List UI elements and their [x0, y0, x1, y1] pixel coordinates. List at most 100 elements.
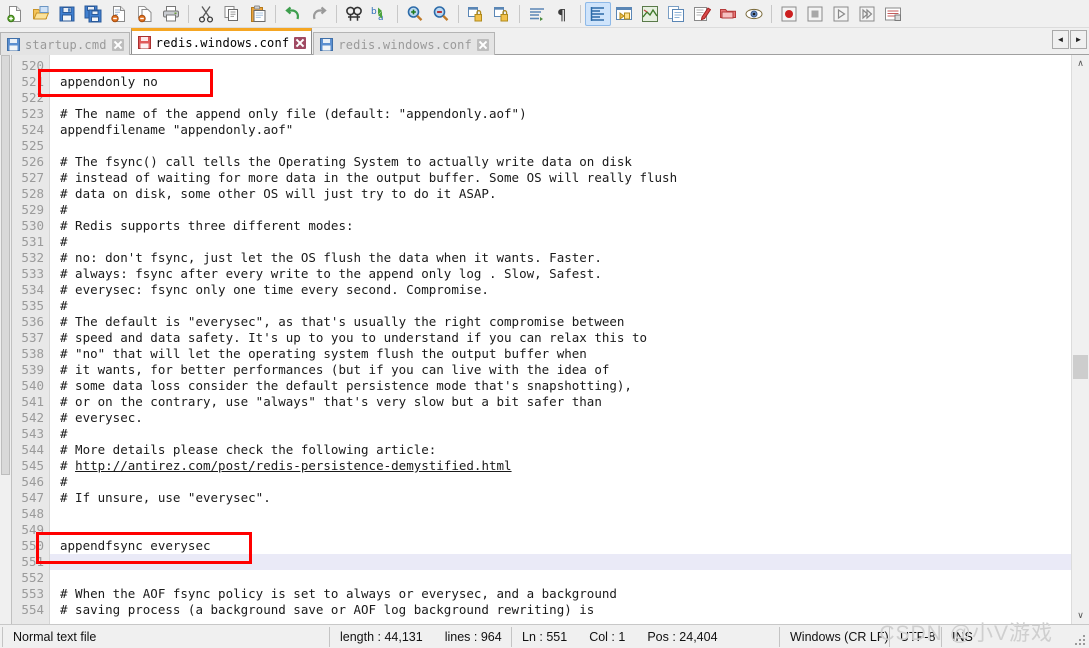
left-edge-scrollbar[interactable] — [0, 55, 12, 624]
code-line[interactable]: # "no" that will let the operating syste… — [50, 346, 1071, 362]
code-line[interactable]: appendfilename "appendonly.aof" — [50, 122, 1071, 138]
zoom-in-icon[interactable] — [402, 2, 428, 26]
code-line[interactable] — [50, 506, 1071, 522]
code-line[interactable]: # everysec. — [50, 410, 1071, 426]
code-line[interactable]: # — [50, 202, 1071, 218]
tab-redis-windows-conf-2[interactable]: redis.windows.conf — [313, 32, 495, 56]
replace-icon[interactable]: ba — [367, 2, 393, 26]
folder-as-workspace-icon[interactable] — [689, 2, 715, 26]
status-insert-mode[interactable]: INS — [942, 627, 986, 647]
save-all-icon[interactable] — [80, 2, 106, 26]
line-number: 528 — [21, 186, 44, 201]
vertical-scrollbar[interactable]: ∧ ∨ — [1071, 55, 1089, 624]
code-line[interactable]: # it wants, for better performances (but… — [50, 362, 1071, 378]
close-icon[interactable] — [476, 38, 489, 51]
resize-grip-icon[interactable] — [1074, 634, 1086, 646]
paste-icon[interactable] — [245, 2, 271, 26]
function-list-icon[interactable] — [663, 2, 689, 26]
code-line[interactable]: # — [50, 426, 1071, 442]
code-line[interactable]: # or on the contrary, use "always" that'… — [50, 394, 1071, 410]
code-line[interactable]: # always: fsync after every write to the… — [50, 266, 1071, 282]
code-line[interactable]: # If unsure, use "everysec". — [50, 490, 1071, 506]
tab-scroll-left-button[interactable]: ◄ — [1052, 30, 1069, 49]
code-line[interactable]: # saving process (a background save or A… — [50, 602, 1071, 618]
status-eol-format[interactable]: Windows (CR LF) — [780, 626, 890, 647]
sync-horizontal-scroll-icon[interactable] — [489, 2, 515, 26]
new-file-icon[interactable] — [2, 2, 28, 26]
undo-icon[interactable] — [280, 2, 306, 26]
code-line[interactable]: # — [50, 474, 1071, 490]
run-macro-multiple-icon[interactable] — [854, 2, 880, 26]
scroll-down-arrow-icon[interactable]: ∨ — [1072, 607, 1089, 624]
close-file-icon[interactable] — [106, 2, 132, 26]
cut-icon[interactable] — [193, 2, 219, 26]
code-line[interactable] — [50, 570, 1071, 586]
code-line[interactable]: # no: don't fsync, just let the OS flush… — [50, 250, 1071, 266]
copy-icon[interactable] — [219, 2, 245, 26]
code-line[interactable]: # The fsync() call tells the Operating S… — [50, 154, 1071, 170]
save-macro-icon[interactable] — [880, 2, 906, 26]
code-line[interactable] — [50, 554, 1071, 570]
code-line[interactable] — [50, 522, 1071, 538]
open-file-icon[interactable] — [28, 2, 54, 26]
left-edge-scroll-thumb[interactable] — [1, 55, 10, 475]
show-indent-guide-icon[interactable] — [585, 1, 611, 26]
code-line[interactable] — [50, 138, 1071, 154]
word-wrap-icon[interactable] — [524, 2, 550, 26]
hyperlink[interactable]: http://antirez.com/post/redis-persistenc… — [75, 458, 512, 473]
separator-2 — [275, 4, 276, 23]
line-number: 534 — [21, 282, 44, 297]
code-line[interactable]: # The name of the append only file (defa… — [50, 106, 1071, 122]
zoom-out-icon[interactable] — [428, 2, 454, 26]
tab-scroll-right-button[interactable]: ► — [1070, 30, 1087, 49]
tab-redis-windows-conf-active[interactable]: redis.windows.conf — [130, 28, 313, 54]
code-line[interactable] — [50, 90, 1071, 106]
code-line[interactable]: # http://antirez.com/post/redis-persiste… — [50, 458, 1071, 474]
code-line[interactable]: # More details please check the followin… — [50, 442, 1071, 458]
code-line[interactable]: # everysec: fsync only one time every se… — [50, 282, 1071, 298]
code-line[interactable]: # — [50, 298, 1071, 314]
code-line[interactable]: appendonly no — [50, 74, 1071, 90]
code-line[interactable]: # speed and data safety. It's up to you … — [50, 330, 1071, 346]
code-line[interactable] — [50, 58, 1071, 74]
separator-7 — [580, 4, 581, 23]
saved-file-icon — [7, 38, 20, 51]
print-icon[interactable] — [158, 2, 184, 26]
code-line[interactable]: # some data loss consider the default pe… — [50, 378, 1071, 394]
vertical-scroll-thumb[interactable] — [1073, 355, 1088, 379]
monitoring-icon[interactable] — [715, 2, 741, 26]
document-tab-bar: startup.cmd redis.windows.conf redis.win… — [0, 28, 1089, 56]
eye-icon[interactable] — [741, 2, 767, 26]
scroll-up-arrow-icon[interactable]: ∧ — [1072, 55, 1089, 72]
sync-vertical-scroll-icon[interactable] — [463, 2, 489, 26]
document-map-icon[interactable] — [637, 2, 663, 26]
close-icon[interactable] — [294, 36, 307, 49]
line-number: 530 — [21, 218, 44, 233]
tab-startup-cmd[interactable]: startup.cmd — [0, 32, 130, 56]
user-defined-dialog-icon[interactable] — [611, 2, 637, 26]
code-line[interactable]: # The default is "everysec", as that's u… — [50, 314, 1071, 330]
save-icon[interactable] — [54, 2, 80, 26]
code-line[interactable]: # data on disk, some other OS will just … — [50, 186, 1071, 202]
close-icon[interactable] — [111, 38, 124, 51]
code-line[interactable]: # When the AOF fsync policy is set to al… — [50, 586, 1071, 602]
separator-8 — [771, 4, 772, 23]
find-icon[interactable] — [341, 2, 367, 26]
close-all-icon[interactable] — [132, 2, 158, 26]
redo-icon[interactable] — [306, 2, 332, 26]
separator-6 — [519, 4, 520, 23]
code-line[interactable]: # instead of waiting for more data in th… — [50, 170, 1071, 186]
code-line[interactable]: appendfsync everysec — [50, 538, 1071, 554]
code-text-area[interactable]: appendonly no # The name of the append o… — [50, 55, 1071, 624]
code-line[interactable]: # — [50, 234, 1071, 250]
status-length: length : 44,131 — [340, 629, 423, 644]
line-number: 520 — [21, 58, 44, 73]
play-macro-icon[interactable] — [828, 2, 854, 26]
code-line[interactable]: # Redis supports three different modes: — [50, 218, 1071, 234]
stop-macro-icon[interactable] — [802, 2, 828, 26]
record-macro-icon[interactable] — [776, 2, 802, 26]
line-number: 535 — [21, 298, 44, 313]
status-bar: Normal text file length : 44,131 lines :… — [0, 624, 1089, 648]
status-encoding[interactable]: UTF-8 — [890, 626, 942, 647]
show-all-characters-icon[interactable]: ¶ — [550, 2, 576, 26]
